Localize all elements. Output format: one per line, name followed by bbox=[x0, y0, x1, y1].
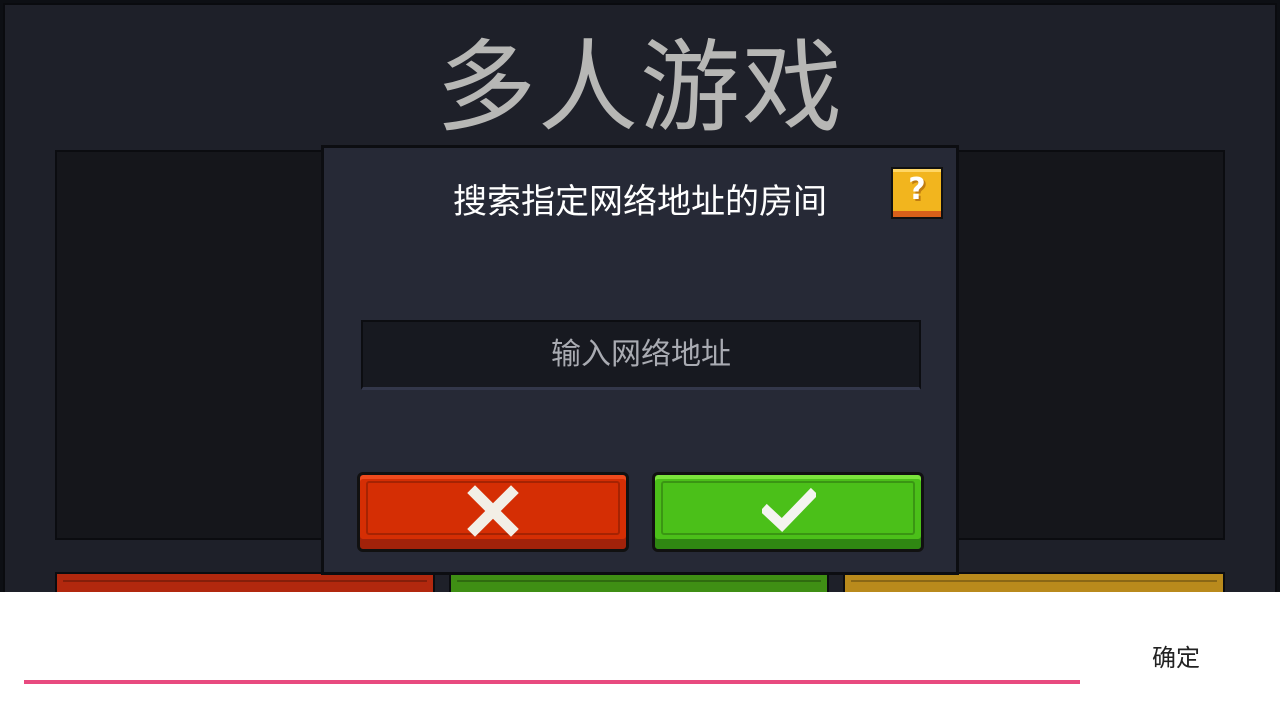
ime-confirm-button[interactable]: 确定 bbox=[1130, 638, 1222, 678]
address-placeholder: 输入网络地址 bbox=[551, 337, 731, 372]
text-input-underline[interactable] bbox=[24, 680, 1080, 684]
search-room-dialog: 搜索指定网络地址的房间 ? 输入网络地址 bbox=[321, 145, 959, 575]
confirm-button[interactable] bbox=[652, 472, 924, 552]
help-button[interactable]: ? bbox=[891, 167, 943, 219]
x-icon bbox=[360, 475, 626, 541]
question-mark-icon: ? bbox=[908, 172, 926, 207]
dialog-title: 搜索指定网络地址的房间 bbox=[453, 182, 827, 222]
checkmark-icon bbox=[655, 475, 921, 541]
keyboard-input-bar: 确定 bbox=[0, 592, 1280, 720]
address-input[interactable]: 输入网络地址 bbox=[361, 320, 921, 390]
page-title: 多人游戏 bbox=[436, 29, 844, 146]
cancel-button[interactable] bbox=[357, 472, 629, 552]
